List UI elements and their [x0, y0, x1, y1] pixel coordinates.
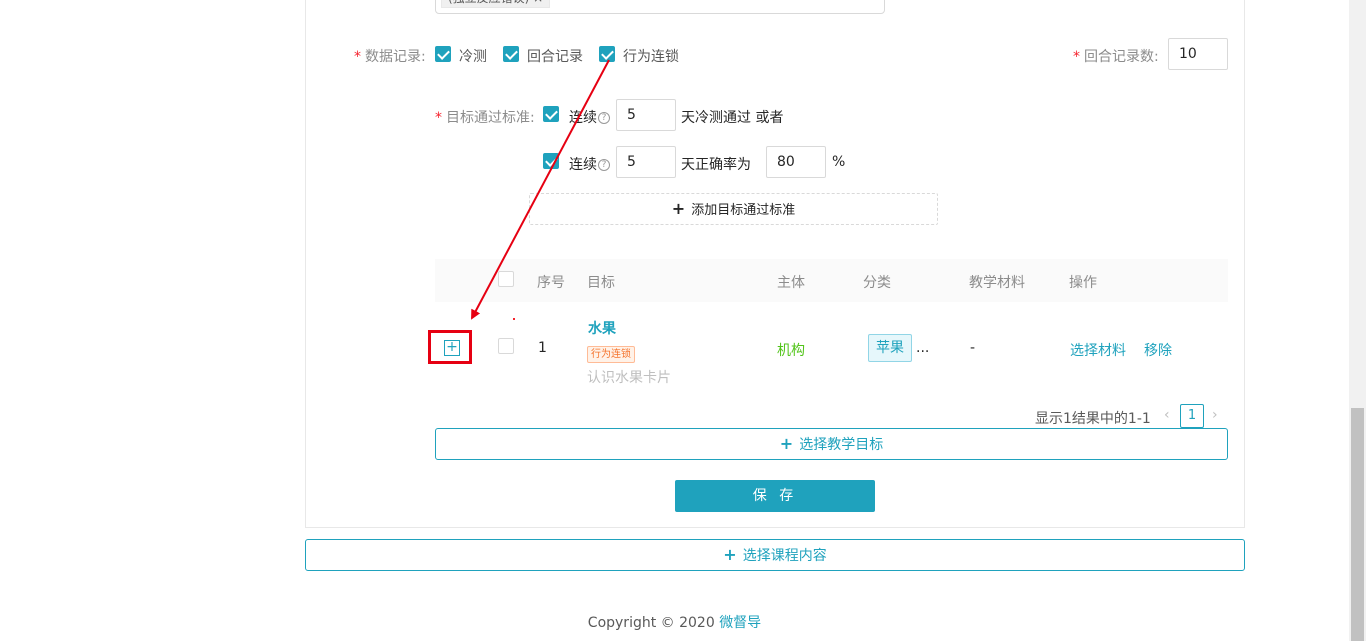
scrollbar-thumb[interactable]: [1351, 408, 1364, 641]
annotation-arrow-icon: [471, 59, 610, 320]
